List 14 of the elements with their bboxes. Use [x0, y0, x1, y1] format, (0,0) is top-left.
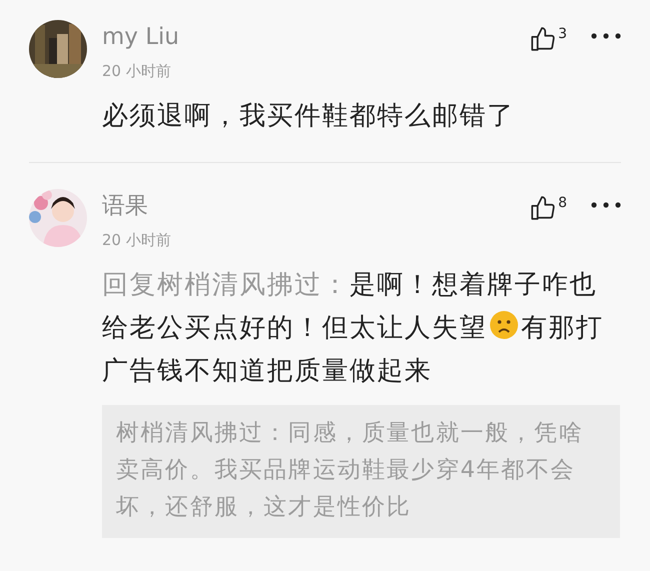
like-count: 8 [558, 195, 567, 211]
thumbs-up-icon[interactable] [530, 195, 556, 221]
comment-time: 20 小时前 [102, 62, 172, 81]
sad-face-icon [489, 310, 519, 340]
author-name[interactable]: my Liu [102, 20, 530, 54]
quoted-comment: 树梢清风拂过：同感，质量也就一般，凭啥卖高价。我买品牌运动鞋最少穿4年都不会坏，还舒服，这才是性价比 [102, 405, 620, 538]
more-icon[interactable] [591, 202, 621, 208]
thumbs-up-icon[interactable] [530, 26, 556, 52]
comment-text: 必须退啊，我买件鞋都特么邮错了 [102, 100, 516, 133]
author-name[interactable]: 语果 [102, 189, 530, 223]
like-count: 3 [558, 26, 567, 42]
comment-text: 回复树梢清风拂过：是啊！想着牌子咋也给老公买点好的！但太让人失望 有那打广告钱不知道把质量做起来 [102, 269, 604, 388]
comment-time: 20 小时前 [102, 231, 172, 250]
more-icon[interactable] [591, 33, 621, 39]
